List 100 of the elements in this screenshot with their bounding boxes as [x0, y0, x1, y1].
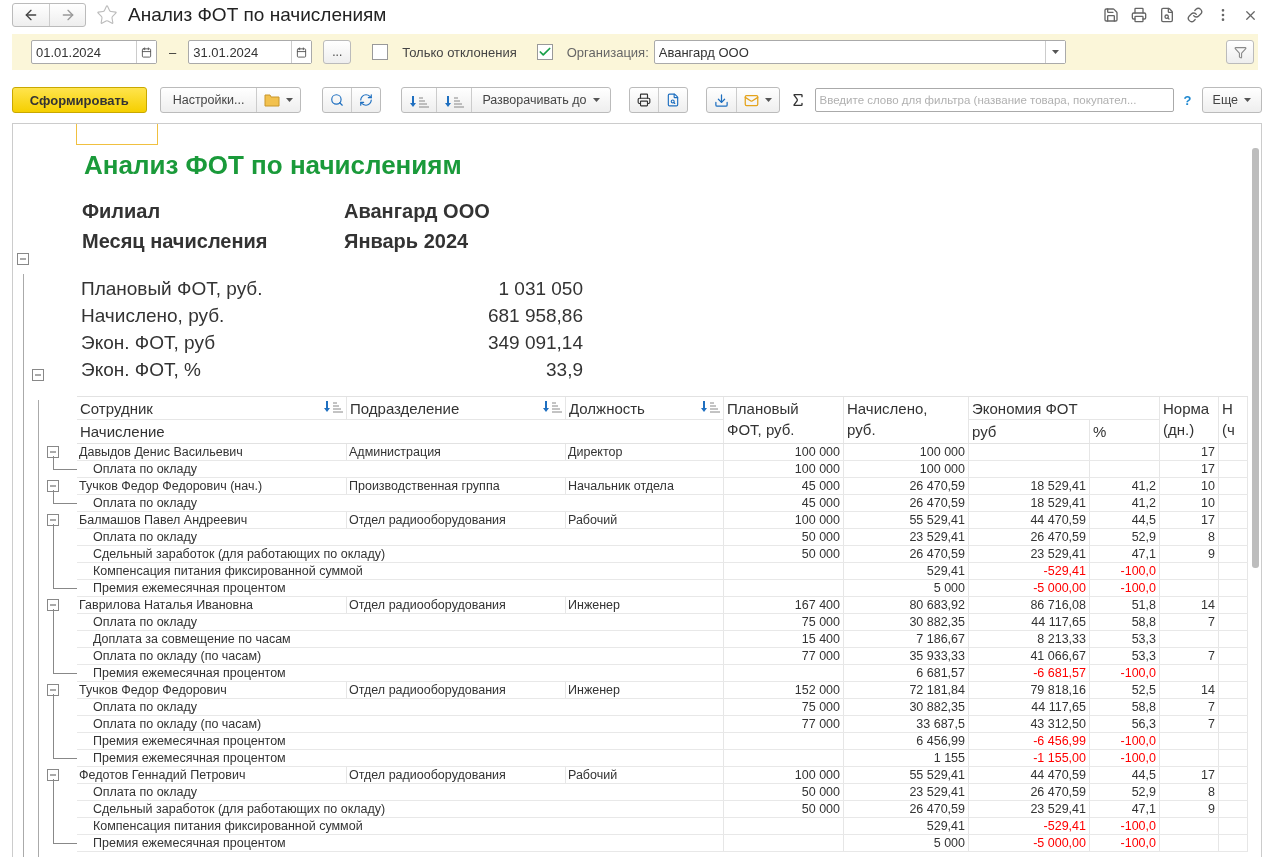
refresh-icon[interactable]: [359, 93, 374, 107]
table-cell: Рабочий: [566, 512, 724, 528]
filter-icon[interactable]: [1233, 45, 1247, 59]
table-cell: Директор: [566, 444, 724, 460]
table-cell: 6 456,99: [844, 733, 969, 749]
back-arrow-icon[interactable]: [23, 7, 39, 23]
sort-icon[interactable]: [323, 401, 343, 413]
charge-cell: Оплата по окладу (по часам): [77, 716, 724, 732]
table-cell: 30 882,35: [844, 699, 969, 715]
date-picker[interactable]: 31.01.2024: [188, 40, 313, 64]
preview-icon[interactable]: [665, 93, 680, 107]
collapse-toggle[interactable]: [47, 599, 59, 611]
period-button[interactable]: ...: [323, 40, 352, 64]
table-cell: Инженер: [566, 597, 724, 613]
table-cell: 9: [1160, 801, 1219, 817]
collapse-toggle[interactable]: [47, 514, 59, 526]
folder-icon: [264, 93, 281, 107]
minus-icon: [50, 772, 56, 778]
download-icon[interactable]: [713, 92, 729, 108]
charge-cell: Премия ежемесячная процентом: [77, 835, 724, 851]
table-cell: -1 155,00: [969, 750, 1090, 766]
employee-cell: Гаврилова Наталья Ивановна: [77, 597, 347, 613]
calendar-button[interactable]: [291, 41, 312, 63]
preview-icon[interactable]: [1159, 7, 1175, 23]
table-cell: 26 470,59: [969, 784, 1090, 800]
search-field[interactable]: Введите слово для фильтра (название товара, покупател...: [815, 89, 1173, 111]
column-header: Начисление: [77, 420, 724, 443]
table-cell: 7: [1160, 716, 1219, 732]
save-icon[interactable]: [1103, 7, 1119, 23]
table-cell: 1 155: [844, 750, 969, 766]
table-cell: 26 470,59: [844, 801, 969, 817]
table-cell: Отдел радиооборудования: [347, 767, 566, 783]
sort-icon[interactable]: [409, 95, 430, 108]
table-cell: 100 000: [844, 444, 969, 460]
collapse-toggle[interactable]: [47, 769, 59, 781]
column-header[interactable]: Должность: [566, 397, 724, 420]
table-cell: 26 470,59: [844, 495, 969, 511]
date-field[interactable]: 01.01.2024: [32, 41, 136, 63]
calendar-icon[interactable]: [296, 46, 308, 58]
table-cell: 72 181,84: [844, 682, 969, 698]
employee-cell: Тучков Федор Федорович (нач.): [77, 478, 347, 494]
table-cell: Администрация: [347, 444, 566, 460]
table-cell: 529,41: [844, 563, 969, 579]
table-cell: 52,9: [1090, 784, 1160, 800]
date-picker[interactable]: 01.01.2024: [31, 40, 157, 64]
check-icon: [537, 45, 552, 59]
table-cell: 7 186,67: [844, 631, 969, 647]
table-cell: 41 066,67: [969, 648, 1090, 664]
window-title: Анализ ФОТ по начислениям: [128, 4, 388, 26]
sort-icon[interactable]: [444, 95, 465, 108]
printer-icon[interactable]: [1131, 7, 1147, 23]
generate-button[interactable]: Сформировать: [12, 87, 147, 113]
table-cell: 55 529,41: [844, 512, 969, 528]
table-cell: 6 681,57: [844, 665, 969, 681]
table-cell: 77 000: [724, 716, 844, 732]
charge-cell: Оплата по окладу: [77, 699, 724, 715]
collapse-toggle[interactable]: [47, 684, 59, 696]
help-link[interactable]: ?: [1183, 92, 1192, 108]
table-cell: -529,41: [969, 818, 1090, 834]
checkbox-label: Только отклонения: [402, 44, 517, 60]
checkbox[interactable]: [372, 44, 389, 60]
employee-cell: Федотов Геннадий Петрович: [77, 767, 347, 783]
charge-cell: Доплата за совмещение по часам: [77, 631, 724, 647]
more-button[interactable]: Еще: [1202, 88, 1261, 112]
table-cell: 17: [1160, 512, 1219, 528]
checkbox[interactable]: [536, 44, 553, 60]
table-cell: 53,3: [1090, 631, 1160, 647]
table-cell: 26 470,59: [844, 546, 969, 562]
charge-cell: Оплата по окладу (по часам): [77, 648, 724, 664]
calendar-button[interactable]: [136, 41, 156, 63]
table-cell: 44 117,65: [969, 699, 1090, 715]
calendar-icon[interactable]: [141, 46, 152, 58]
star-icon[interactable]: [96, 4, 118, 26]
column-header[interactable]: Подразделение: [347, 397, 566, 420]
dropdown-button[interactable]: [1044, 41, 1065, 63]
table-cell: 52,9: [1090, 529, 1160, 545]
charge-cell: Оплата по окладу: [77, 784, 724, 800]
collapse-toggle[interactable]: [47, 446, 59, 458]
collapse-toggle[interactable]: [47, 480, 59, 492]
column-header[interactable]: Сотрудник: [77, 397, 347, 420]
collapse-toggle[interactable]: [17, 253, 29, 265]
link-icon[interactable]: [1187, 7, 1203, 23]
table-cell: 44,5: [1090, 767, 1160, 783]
table-cell: 18 529,41: [969, 495, 1090, 511]
employee-cell: Тучков Федор Федорович: [77, 682, 347, 698]
table-cell: 50 000: [724, 784, 844, 800]
filter-button[interactable]: [1226, 40, 1254, 64]
employee-cell: Балмашов Павел Андреевич: [77, 512, 347, 528]
charge-cell: Оплата по окладу: [77, 495, 724, 511]
printer-icon[interactable]: [636, 93, 651, 107]
date-field[interactable]: 31.01.2024: [189, 41, 292, 63]
field-label: Организация:: [566, 44, 649, 60]
sort-icon[interactable]: [542, 401, 562, 413]
table-cell: 18 529,41: [969, 478, 1090, 494]
sort-icon[interactable]: [700, 401, 720, 413]
minus-icon: [35, 372, 41, 378]
collapse-toggle[interactable]: [32, 369, 44, 381]
scrollbar[interactable]: [1252, 148, 1259, 568]
charge-cell: Сдельный заработок (для работающих по окладу): [77, 801, 724, 817]
search-icon[interactable]: [330, 93, 345, 107]
